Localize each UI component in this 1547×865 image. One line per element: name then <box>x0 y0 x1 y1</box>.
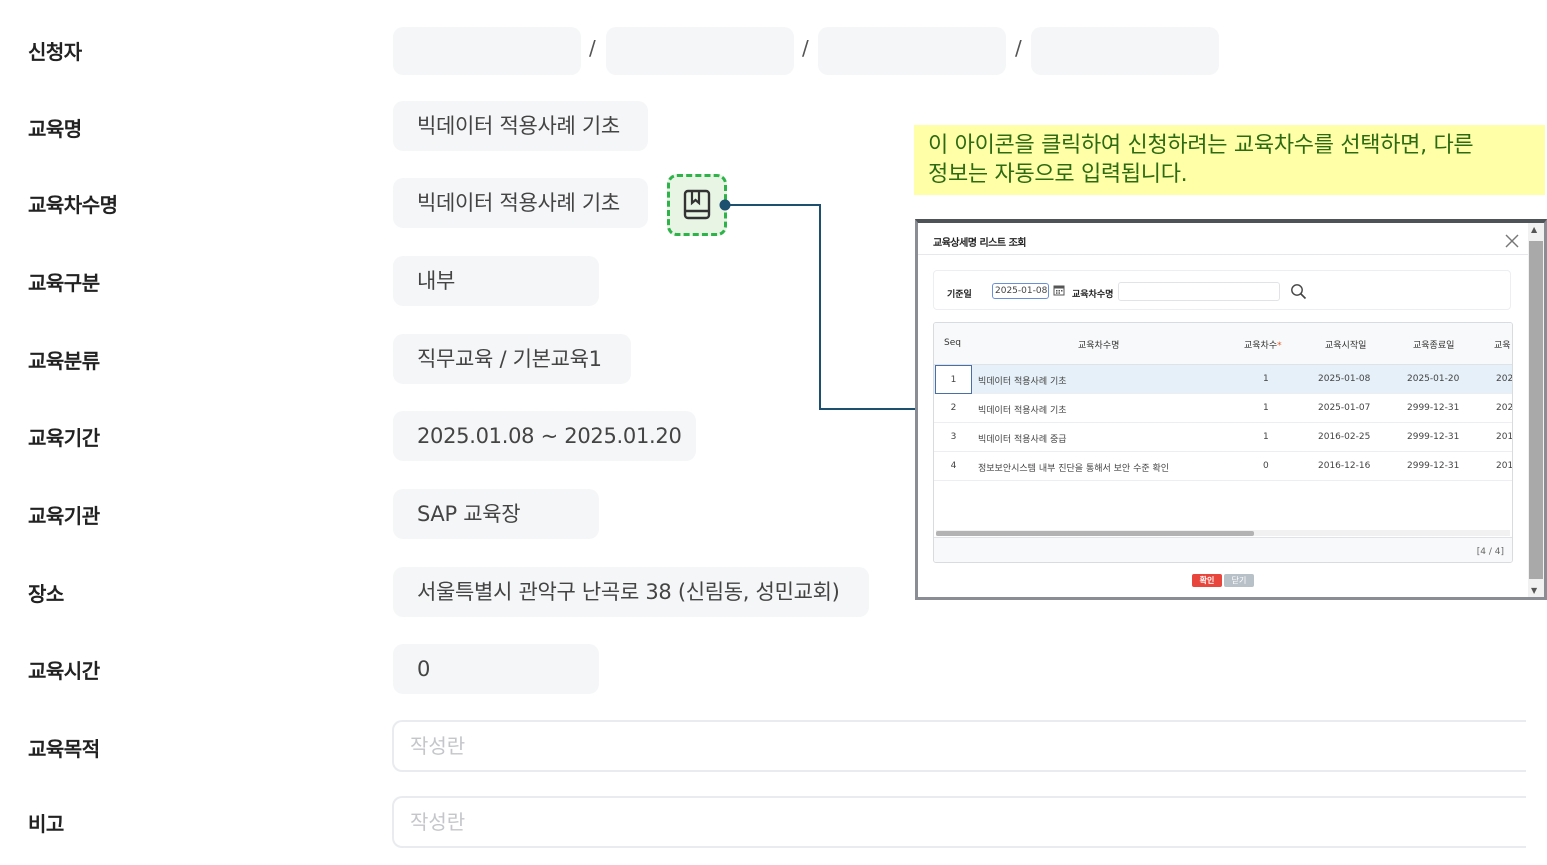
vertical-scrollbar[interactable]: ▲ ▼ <box>1528 223 1544 597</box>
row-seq: 1 <box>935 365 972 394</box>
session-grid: Seq 교육차수명 교육차수* 교육시작일 교육종료일 교육 1 빅데이터 적용… <box>933 322 1513 563</box>
row-start: 2016-12-16 <box>1318 461 1371 471</box>
row-name: 정보보안시스템 내부 진단을 통해서 보안 수준 확인 <box>978 464 1170 474</box>
base-date-label: 기준일 <box>947 290 972 300</box>
row-count: 1 <box>1263 432 1269 442</box>
session-name-label: 교육차수명 <box>1072 290 1114 300</box>
horizontal-scrollbar[interactable] <box>936 530 1510 536</box>
record-count: [4 / 4] <box>1476 547 1504 557</box>
row-extra: 202 <box>1496 403 1513 413</box>
help-callout: 이 아이콘을 클릭하여 신청하려는 교육차수를 선택하면, 다른 정보는 자동으… <box>914 125 1545 195</box>
table-row[interactable]: 2 빅데이터 적용사례 기초 1 2025-01-07 2999-12-31 2… <box>934 394 1512 423</box>
session-name-search-input[interactable] <box>1118 282 1280 301</box>
row-seq: 3 <box>950 432 957 442</box>
row-end: 2999-12-31 <box>1407 403 1460 413</box>
row-seq: 4 <box>950 461 957 471</box>
col-start-date[interactable]: 교육시작일 <box>1325 338 1366 351</box>
search-panel: 기준일 2025-01-08 교육차수명 <box>933 270 1511 310</box>
confirm-button[interactable]: 확인 <box>1192 574 1222 587</box>
col-session-count[interactable]: 교육차수* <box>1244 338 1282 351</box>
vertical-scroll-thumb[interactable] <box>1529 241 1543 579</box>
scroll-down-icon[interactable]: ▼ <box>1531 586 1537 595</box>
row-extra: 201 <box>1496 432 1513 442</box>
row-count: 0 <box>1263 461 1269 471</box>
table-row[interactable]: 1 빅데이터 적용사례 기초 1 2025-01-08 2025-01-20 2… <box>934 365 1512 394</box>
col-session-count-text: 교육차수 <box>1244 341 1278 351</box>
search-icon[interactable] <box>1290 283 1307 300</box>
col-end-date[interactable]: 교육종료일 <box>1413 338 1454 351</box>
row-extra: 201 <box>1496 461 1513 471</box>
callout-line-2: 정보는 자동으로 입력됩니다. <box>928 162 1188 187</box>
row-end: 2999-12-31 <box>1407 432 1460 442</box>
row-name: 빅데이터 적용사례 중급 <box>978 435 1067 445</box>
modal-divider <box>918 254 1530 255</box>
horizontal-scroll-thumb[interactable] <box>936 531 1254 536</box>
table-row[interactable]: 4 정보보안시스템 내부 진단을 통해서 보안 수준 확인 0 2016-12-… <box>934 452 1512 481</box>
row-count: 1 <box>1263 403 1269 413</box>
row-name: 빅데이터 적용사례 기초 <box>978 406 1067 416</box>
row-start: 2025-01-08 <box>1318 374 1371 384</box>
row-seq: 2 <box>950 403 957 413</box>
grid-footer: [4 / 4] <box>934 537 1512 562</box>
scroll-up-icon[interactable]: ▲ <box>1531 225 1537 234</box>
col-seq[interactable]: Seq <box>944 338 961 348</box>
row-name: 빅데이터 적용사례 기초 <box>978 377 1067 387</box>
modal-title: 교육상세명 리스트 조회 <box>933 238 1026 249</box>
col-session-name[interactable]: 교육차수명 <box>1078 338 1119 351</box>
required-mark: * <box>1277 341 1282 351</box>
row-start: 2025-01-07 <box>1318 403 1371 413</box>
row-end: 2999-12-31 <box>1407 461 1460 471</box>
table-row[interactable]: 3 빅데이터 적용사례 중급 1 2016-02-25 2999-12-31 2… <box>934 423 1512 452</box>
row-extra: 202 <box>1496 374 1513 384</box>
row-start: 2016-02-25 <box>1318 432 1371 442</box>
row-end: 2025-01-20 <box>1407 374 1460 384</box>
close-button[interactable]: 닫기 <box>1224 574 1254 587</box>
col-extra[interactable]: 교육 <box>1494 338 1511 351</box>
close-icon[interactable] <box>1504 233 1520 249</box>
session-list-modal: 교육상세명 리스트 조회 기준일 2025-01-08 교육차수명 Seq 교육… <box>915 219 1547 600</box>
row-count: 1 <box>1263 374 1269 384</box>
calendar-icon[interactable] <box>1053 284 1065 296</box>
base-date-input[interactable]: 2025-01-08 <box>992 283 1049 299</box>
callout-line-1: 이 아이콘을 클릭하여 신청하려는 교육차수를 선택하면, 다른 <box>928 133 1474 158</box>
grid-header: Seq 교육차수명 교육차수* 교육시작일 교육종료일 교육 <box>934 323 1512 365</box>
